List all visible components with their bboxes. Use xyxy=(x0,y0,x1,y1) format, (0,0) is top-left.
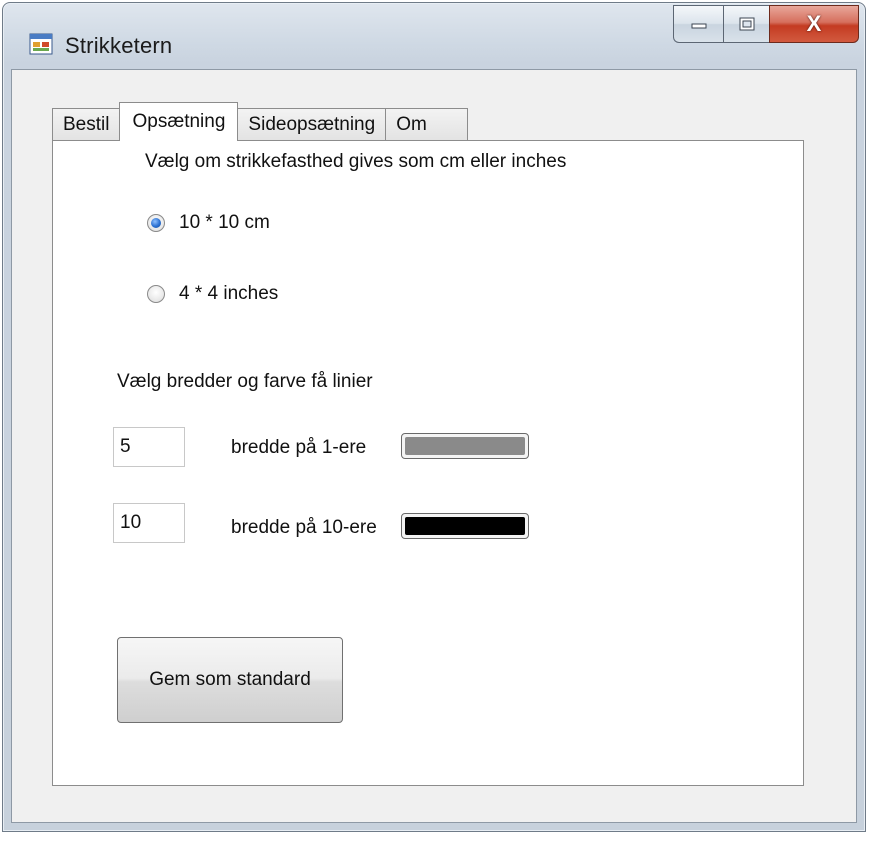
minimize-icon xyxy=(691,23,706,29)
tab-panel-opsaetning: Vælg om strikkefasthed gives som cm elle… xyxy=(52,140,804,786)
app-window: Strikketern X Bestil Opsætning Sideopsæt… xyxy=(2,2,866,832)
radio-cm-label: 10 * 10 cm xyxy=(179,212,270,233)
window-title: Strikketern xyxy=(65,33,173,58)
tab-om[interactable]: Om xyxy=(385,108,468,140)
radio-option-cm[interactable]: 10 * 10 cm xyxy=(147,212,270,234)
radio-inches-label: 4 * 4 inches xyxy=(179,283,279,304)
width-ones-label: bredde på 1-ere xyxy=(231,437,367,458)
close-button[interactable]: X xyxy=(769,5,859,43)
color-ones-button[interactable] xyxy=(401,433,529,459)
close-icon: X xyxy=(806,11,822,36)
title-bar[interactable]: Strikketern X xyxy=(3,3,865,63)
width-ones-input[interactable] xyxy=(113,427,185,467)
save-default-button[interactable]: Gem som standard xyxy=(117,637,343,723)
maximize-icon xyxy=(739,17,754,31)
tab-opsaetning[interactable]: Opsætning xyxy=(119,102,239,141)
lines-heading: Vælg bredder og farve få linier xyxy=(117,371,373,392)
tab-bestil[interactable]: Bestil xyxy=(52,108,121,140)
width-tens-label: bredde på 10-ere xyxy=(231,517,377,538)
radio-option-inches[interactable]: 4 * 4 inches xyxy=(147,283,278,305)
color-tens-button[interactable] xyxy=(401,513,529,539)
maximize-button[interactable] xyxy=(723,5,769,43)
form-client-area: Bestil Opsætning Sideopsætning Om Vælg o… xyxy=(11,69,857,823)
width-tens-input[interactable] xyxy=(113,503,185,543)
tab-strip: Bestil Opsætning Sideopsætning Om xyxy=(52,102,468,141)
color-ones-swatch xyxy=(405,437,525,455)
caption-buttons: X xyxy=(673,5,859,45)
radio-inches-control[interactable] xyxy=(147,285,165,303)
minimize-button[interactable] xyxy=(673,5,723,43)
tab-sideopsaetning[interactable]: Sideopsætning xyxy=(237,108,387,140)
gauge-heading: Vælg om strikkefasthed gives som cm elle… xyxy=(145,151,567,172)
radio-cm-control[interactable] xyxy=(147,214,165,232)
app-form-icon xyxy=(29,33,53,55)
color-tens-swatch xyxy=(405,517,525,535)
